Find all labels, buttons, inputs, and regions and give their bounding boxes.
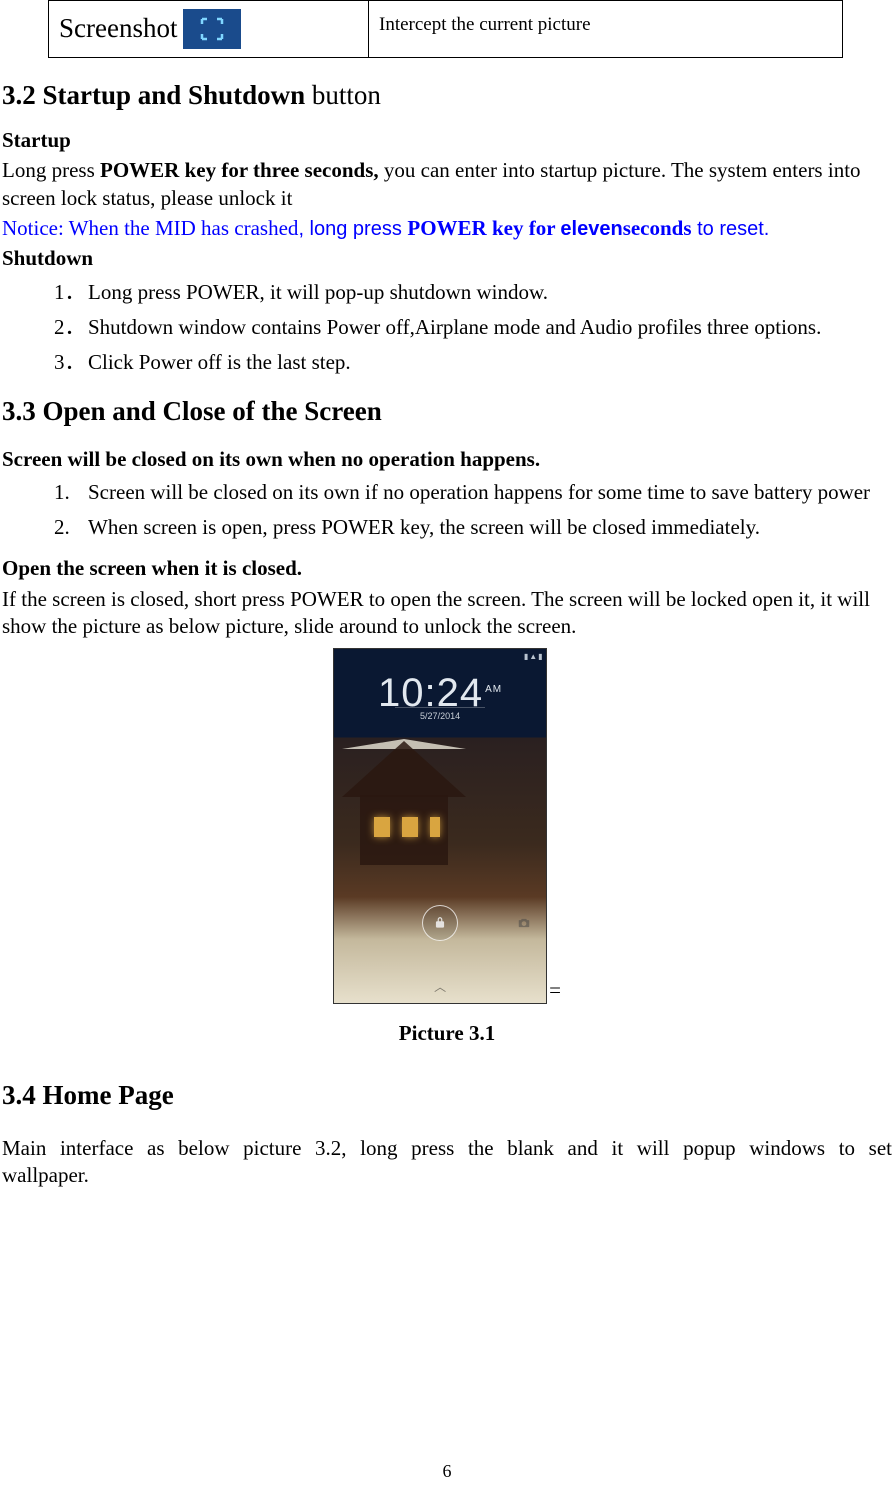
list-item: Click Power off is the last step.	[88, 349, 894, 376]
shutdown-list: Long press POWER, it will pop-up shutdow…	[0, 279, 894, 377]
sec33-sub1: Screen will be closed on its own when no…	[0, 446, 894, 473]
time-ampm: AM	[485, 684, 502, 695]
startup-paragraph: Long press POWER key for three seconds, …	[0, 157, 894, 212]
screenshot-row-table: Screenshot Intercept the current picture	[48, 0, 843, 58]
notice-bold1: POWER key for	[407, 216, 560, 240]
list-item: Screen will be closed on its own if no o…	[88, 479, 894, 506]
sec34-paragraph: Main interface as below picture 3.2, lon…	[0, 1135, 894, 1190]
heading-3-2-rest: button	[305, 80, 381, 110]
lockscreen-image: ▮ ▲ ▮ 10:24AM 5/27/2014 ︿	[333, 648, 547, 1004]
equals-sign: =	[549, 977, 561, 1004]
lockscreen-figure: ▮ ▲ ▮ 10:24AM 5/27/2014 ︿ =	[0, 648, 894, 1004]
screenshot-label: Screenshot	[59, 11, 177, 46]
cabin-window	[402, 817, 418, 837]
sec33-sub2: Open the screen when it is closed.	[0, 555, 894, 582]
screenshot-desc-cell: Intercept the current picture	[369, 1, 843, 58]
notice-reset: to reset.	[692, 218, 770, 240]
cabin-roof	[342, 741, 466, 797]
list-item: When screen is open, press POWER key, th…	[88, 514, 894, 541]
screenshot-cell: Screenshot	[49, 1, 369, 58]
heading-3-3: 3.3 Open and Close of the Screen	[0, 394, 894, 429]
sec33-list1: Screen will be closed on its own if no o…	[0, 479, 894, 542]
screenshot-icon	[183, 9, 241, 49]
notice-seconds: seconds	[623, 216, 692, 240]
heading-3-2-bold: 3.2 Startup and Shutdown	[2, 80, 305, 110]
startup-text-bold: POWER key for three seconds,	[100, 158, 379, 182]
notice-pre: Notice: When the MID has crashed	[2, 216, 298, 240]
status-icons: ▮ ▲ ▮	[524, 652, 542, 662]
sec33-para2: If the screen is closed, short press POW…	[0, 586, 894, 641]
figure-caption: Picture 3.1	[0, 1020, 894, 1047]
page-number: 6	[0, 1460, 894, 1483]
list-item: Shutdown window contains Power off,Airpl…	[88, 314, 894, 341]
list-item: Long press POWER, it will pop-up shutdow…	[88, 279, 894, 306]
heading-3-2: 3.2 Startup and Shutdown button	[0, 78, 894, 113]
camera-icon	[506, 905, 542, 941]
shutdown-subhead: Shutdown	[0, 245, 894, 272]
notice-eleven: eleven	[560, 218, 622, 240]
startup-text-pre: Long press	[2, 158, 100, 182]
cabin-window	[374, 817, 390, 837]
cabin-window	[430, 817, 440, 837]
lock-icon	[422, 905, 458, 941]
startup-subhead: Startup	[0, 127, 894, 154]
heading-3-4: 3.4 Home Page	[0, 1078, 894, 1113]
chevron-up-icon: ︿	[334, 980, 546, 996]
lockscreen-date: 5/27/2014	[395, 707, 485, 723]
notice-comma: , long press	[298, 218, 407, 240]
page: Screenshot Intercept the current picture…	[0, 0, 894, 1495]
notice-line: Notice: When the MID has crashed, long p…	[0, 215, 894, 242]
